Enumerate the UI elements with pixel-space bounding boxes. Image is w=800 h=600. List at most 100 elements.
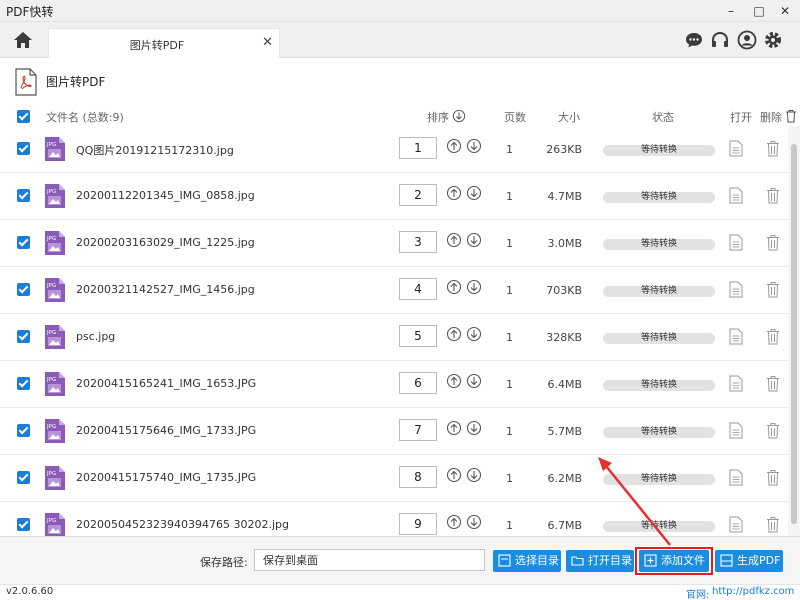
row-checkbox[interactable] [17,236,30,249]
table-row[interactable]: JPG 2020050452323940394765 30202.jpg 9 1 6.7… [0,502,788,536]
delete-icon[interactable] [766,422,780,439]
gear-icon[interactable] [763,30,783,50]
home-icon[interactable] [12,29,34,51]
svg-text:JPG: JPG [46,236,56,242]
move-down-icon[interactable] [466,420,482,436]
open-directory-button[interactable]: 打开目录 [566,550,634,572]
order-input[interactable]: 7 [399,419,437,441]
file-size: 3.0MB [547,237,582,250]
move-down-icon[interactable] [466,467,482,483]
table-row[interactable]: JPG 20200415165241_IMG_1653.JPG 6 1 6.4MB 等待转… [0,361,788,408]
move-up-icon[interactable] [446,232,462,248]
order-input[interactable]: 6 [399,372,437,394]
order-input[interactable]: 9 [399,513,437,535]
open-file-icon[interactable] [729,469,743,486]
jpg-file-icon: JPG [45,325,65,349]
status-badge: 等待转换 [603,145,715,156]
delete-icon[interactable] [766,187,780,204]
move-up-icon[interactable] [446,467,462,483]
status-badge: 等待转换 [603,380,715,391]
order-input[interactable]: 5 [399,325,437,347]
move-up-icon[interactable] [446,326,462,342]
move-down-icon[interactable] [466,514,482,530]
move-down-icon[interactable] [466,373,482,389]
table-row[interactable]: JPG 20200415175740_IMG_1735.JPG 8 1 6.2MB 等待转… [0,455,788,502]
page-header: 图片转PDF [0,58,800,106]
file-name: 20200321142527_IMG_1456.jpg [76,283,255,296]
table-row[interactable]: JPG psc.jpg 5 1 328KB 等待转换 [0,314,788,361]
open-file-icon[interactable] [729,281,743,298]
move-up-icon[interactable] [446,185,462,201]
row-checkbox[interactable] [17,142,30,155]
row-checkbox[interactable] [17,189,30,202]
delete-icon[interactable] [766,140,780,157]
delete-all-icon[interactable] [785,109,797,123]
open-file-icon[interactable] [729,187,743,204]
file-size: 4.7MB [547,190,582,203]
open-file-icon[interactable] [729,328,743,345]
row-checkbox[interactable] [17,377,30,390]
open-file-icon[interactable] [729,234,743,251]
order-input[interactable]: 8 [399,466,437,488]
open-file-icon[interactable] [729,140,743,157]
svg-text:JPG: JPG [46,330,56,336]
sort-down-icon[interactable] [452,109,466,123]
headset-icon[interactable] [710,30,730,50]
official-site-link[interactable]: http://pdfkz.com [712,586,794,597]
delete-icon[interactable] [766,281,780,298]
close-window-button[interactable]: ✕ [776,2,794,20]
row-checkbox[interactable] [17,283,30,296]
move-down-icon[interactable] [466,232,482,248]
move-up-icon[interactable] [446,420,462,436]
select-directory-button[interactable]: 选择目录 [493,550,561,572]
jpg-file-icon: JPG [45,278,65,302]
order-input[interactable]: 2 [399,184,437,206]
delete-icon[interactable] [766,234,780,251]
status-bar: v2.0.6.60 官网: http://pdfkz.com [0,584,800,600]
tab-close-icon[interactable]: ✕ [262,35,273,50]
row-checkbox[interactable] [17,518,30,531]
row-checkbox[interactable] [17,471,30,484]
order-input[interactable]: 4 [399,278,437,300]
minimize-button[interactable]: – [722,2,740,20]
open-file-icon[interactable] [729,422,743,439]
tab-image-to-pdf[interactable]: 图片转PDF ✕ [48,28,280,58]
order-input[interactable]: 1 [399,137,437,159]
open-file-icon[interactable] [729,516,743,533]
delete-icon[interactable] [766,375,780,392]
move-down-icon[interactable] [466,185,482,201]
official-site-label: 官网: [686,590,710,600]
select-directory-label: 选择目录 [515,554,559,567]
jpg-file-icon: JPG [45,372,65,396]
move-up-icon[interactable] [446,138,462,154]
delete-icon[interactable] [766,469,780,486]
move-down-icon[interactable] [466,326,482,342]
svg-text:JPG: JPG [46,518,56,524]
delete-icon[interactable] [766,516,780,533]
table-row[interactable]: JPG 20200203163029_IMG_1225.jpg 3 1 3.0MB 等待转… [0,220,788,267]
move-down-icon[interactable] [466,279,482,295]
table-row[interactable]: JPG 20200321142527_IMG_1456.jpg 4 1 703KB 等待转… [0,267,788,314]
save-path-input[interactable] [254,549,485,571]
move-up-icon[interactable] [446,514,462,530]
scroll-thumb[interactable] [791,144,797,524]
order-input[interactable]: 3 [399,231,437,253]
generate-pdf-button[interactable]: 生成PDF [715,550,783,572]
delete-icon[interactable] [766,328,780,345]
table-row[interactable]: JPG 20200112201345_IMG_0858.jpg 2 1 4.7MB 等待转… [0,173,788,220]
table-row[interactable]: JPG QQ图片20191215172310.jpg 1 1 263KB 等待转换 [0,126,788,173]
table-row[interactable]: JPG 20200415175646_IMG_1733.JPG 7 1 5.7MB 等待转… [0,408,788,455]
svg-text:JPG: JPG [46,424,56,430]
chat-icon[interactable] [684,30,704,50]
status-badge: 等待转换 [603,286,715,297]
user-icon[interactable] [737,30,757,50]
select-all-checkbox[interactable] [17,110,30,123]
scrollbar[interactable] [788,126,800,536]
open-file-icon[interactable] [729,375,743,392]
row-checkbox[interactable] [17,330,30,343]
move-down-icon[interactable] [466,138,482,154]
row-checkbox[interactable] [17,424,30,437]
maximize-button[interactable]: □ [750,2,768,20]
move-up-icon[interactable] [446,279,462,295]
move-up-icon[interactable] [446,373,462,389]
